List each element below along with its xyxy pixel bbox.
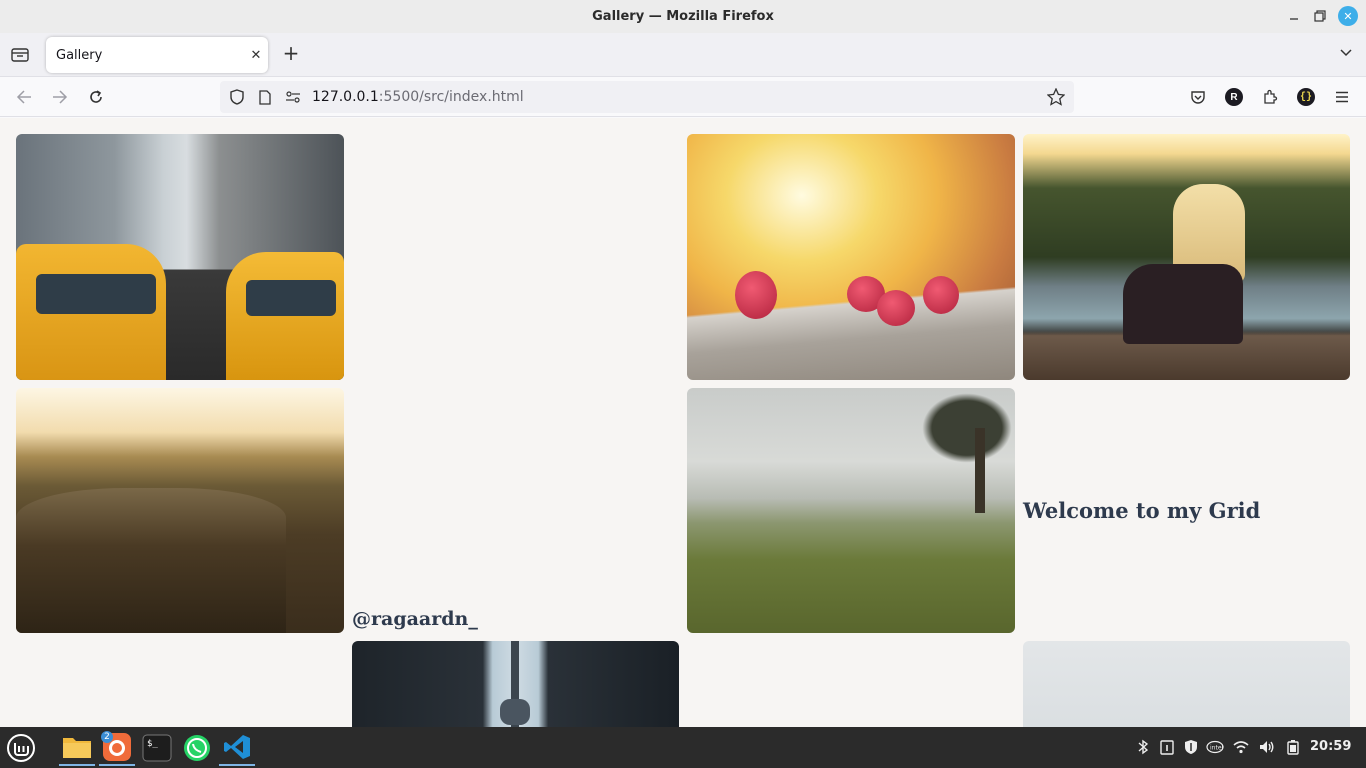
tab-label: Gallery xyxy=(56,47,103,63)
window-titlebar: Gallery — Mozilla Firefox ✕ xyxy=(0,0,1366,33)
url-host: 127.0.0.1 xyxy=(312,89,379,105)
photo-girl-sunset-lake xyxy=(1023,134,1350,380)
tab-gallery[interactable]: Gallery ✕ xyxy=(46,37,268,73)
taskbar: 2 $_ intel 20:59 xyxy=(0,727,1366,768)
battery-icon[interactable] xyxy=(1283,737,1303,757)
photo-city-taxis xyxy=(16,134,344,380)
minimize-icon[interactable] xyxy=(1284,6,1304,26)
volume-icon[interactable] xyxy=(1257,737,1277,757)
photo-raspberries xyxy=(687,134,1015,380)
whatsapp-icon[interactable] xyxy=(179,730,215,766)
close-tab-icon[interactable]: ✕ xyxy=(244,48,268,63)
firefox-icon[interactable]: 2 xyxy=(99,730,135,766)
list-all-tabs-icon[interactable] xyxy=(1336,45,1356,65)
tab-strip: Gallery ✕ + xyxy=(0,33,1366,77)
forward-icon[interactable] xyxy=(48,85,72,109)
nav-bar: 127.0.0.1:5500/src/index.html R {} xyxy=(0,77,1366,117)
url-bar[interactable]: 127.0.0.1:5500/src/index.html xyxy=(220,81,1074,113)
vscode-icon[interactable] xyxy=(219,730,255,766)
account-avatar-icon[interactable]: R xyxy=(1223,86,1245,108)
extension-devtools-icon[interactable]: {} xyxy=(1295,86,1317,108)
extensions-icon[interactable] xyxy=(1259,86,1281,108)
window-title: Gallery — Mozilla Firefox xyxy=(592,9,774,24)
bookmark-star-icon[interactable] xyxy=(1046,87,1066,107)
svg-text:intel: intel xyxy=(1210,745,1224,752)
url-path: :5500/src/index.html xyxy=(378,89,524,105)
firefox-view-icon[interactable] xyxy=(8,43,32,65)
svg-text:$_: $_ xyxy=(147,739,158,749)
pocket-icon[interactable] xyxy=(1187,86,1209,108)
clock[interactable]: 20:59 xyxy=(1310,739,1351,754)
mint-menu-icon[interactable] xyxy=(3,730,39,766)
wifi-icon[interactable] xyxy=(1231,737,1251,757)
photo-misty-sky xyxy=(1023,641,1350,727)
photo-cn-tower xyxy=(352,641,679,727)
maximize-icon[interactable] xyxy=(1310,6,1330,26)
permissions-icon[interactable] xyxy=(282,86,304,108)
page-info-icon[interactable] xyxy=(254,86,276,108)
file-manager-icon[interactable] xyxy=(59,730,95,766)
bluetooth-icon[interactable] xyxy=(1133,737,1153,757)
handle-caption: @ragaardn_ xyxy=(352,608,478,630)
photo-foggy-forest xyxy=(687,388,1015,633)
app-menu-icon[interactable] xyxy=(1331,86,1353,108)
terminal-icon[interactable]: $_ xyxy=(139,730,175,766)
page-content: @ragaardn_ Welcome to my Grid xyxy=(0,118,1366,727)
photo-tree-stump xyxy=(16,388,344,633)
url-text[interactable]: 127.0.0.1:5500/src/index.html xyxy=(312,89,524,105)
back-icon[interactable] xyxy=(12,85,36,109)
tracking-protection-shield-icon[interactable] xyxy=(226,86,248,108)
intel-icon[interactable]: intel xyxy=(1205,737,1225,757)
welcome-heading: Welcome to my Grid xyxy=(1023,498,1261,523)
reload-icon[interactable] xyxy=(84,85,108,109)
update-shield-icon[interactable] xyxy=(1181,737,1201,757)
new-tab-icon[interactable]: + xyxy=(280,43,302,65)
clipboard-icon[interactable] xyxy=(1157,737,1177,757)
firefox-window-count-badge: 2 xyxy=(101,731,113,743)
close-window-icon[interactable]: ✕ xyxy=(1338,6,1358,26)
